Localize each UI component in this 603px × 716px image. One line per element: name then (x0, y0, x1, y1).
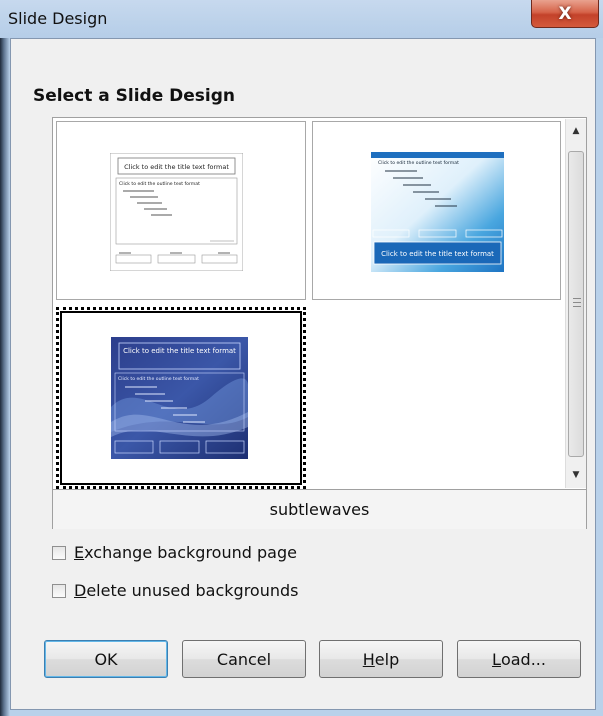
slide-design-dialog: Slide Design X Select a Slide Design Cli… (0, 0, 603, 716)
slide-outline-text: Click to edit the outline text format (119, 181, 200, 187)
design-thumbnail-subtlewaves[interactable]: Click to edit the title text format Clic… (56, 307, 306, 489)
window-title: Slide Design (8, 9, 108, 28)
slide-preview-blue: Click to edit the outline text format Cl… (371, 152, 504, 272)
help-button[interactable]: Help (319, 640, 443, 678)
section-title: Select a Slide Design (33, 86, 236, 106)
selected-design-name: subtlewaves (53, 489, 586, 529)
delete-unused-backgrounds-option[interactable]: Delete unused backgrounds (52, 581, 298, 600)
delete-unused-backgrounds-checkbox[interactable] (52, 583, 66, 598)
design-thumbnail-blue[interactable]: Click to edit the outline text format Cl… (312, 121, 561, 300)
scroll-down-icon[interactable]: ▼ (566, 465, 586, 485)
close-icon: X (558, 3, 572, 24)
close-button[interactable]: X (531, 0, 599, 28)
title-bar[interactable]: Slide Design X (0, 0, 603, 38)
window-frame-right (596, 38, 603, 716)
exchange-background-label: Exchange background page (74, 543, 297, 562)
ok-button[interactable]: OK (44, 640, 168, 678)
window-frame-left (0, 38, 10, 716)
scroll-up-icon[interactable]: ▲ (566, 121, 586, 141)
delete-unused-backgrounds-label: Delete unused backgrounds (74, 581, 299, 600)
design-gallery: Click to edit the title text format Clic… (52, 117, 587, 529)
slide-preview-default: Click to edit the title text format Clic… (110, 153, 243, 271)
scrollbar-thumb[interactable] (568, 151, 584, 457)
design-thumbnail-default[interactable]: Click to edit the title text format Clic… (56, 121, 306, 300)
slide-title-text: Click to edit the title text format (124, 163, 229, 171)
gallery-scrollbar[interactable]: ▲ ▼ (565, 119, 586, 488)
slide-title-text: Click to edit the title text format (381, 250, 494, 258)
slide-outline-text: Click to edit the outline text format (118, 376, 199, 382)
slide-title-text: Click to edit the title text format (123, 347, 236, 355)
exchange-background-option[interactable]: Exchange background page (52, 543, 297, 562)
exchange-background-checkbox[interactable] (52, 545, 66, 560)
load-button[interactable]: Load... (457, 640, 581, 678)
cancel-button[interactable]: Cancel (182, 640, 306, 678)
scrollbar-grip-icon (573, 298, 581, 307)
slide-outline-text: Click to edit the outline text format (378, 160, 459, 166)
slide-preview-subtlewaves: Click to edit the title text format Clic… (111, 337, 248, 459)
